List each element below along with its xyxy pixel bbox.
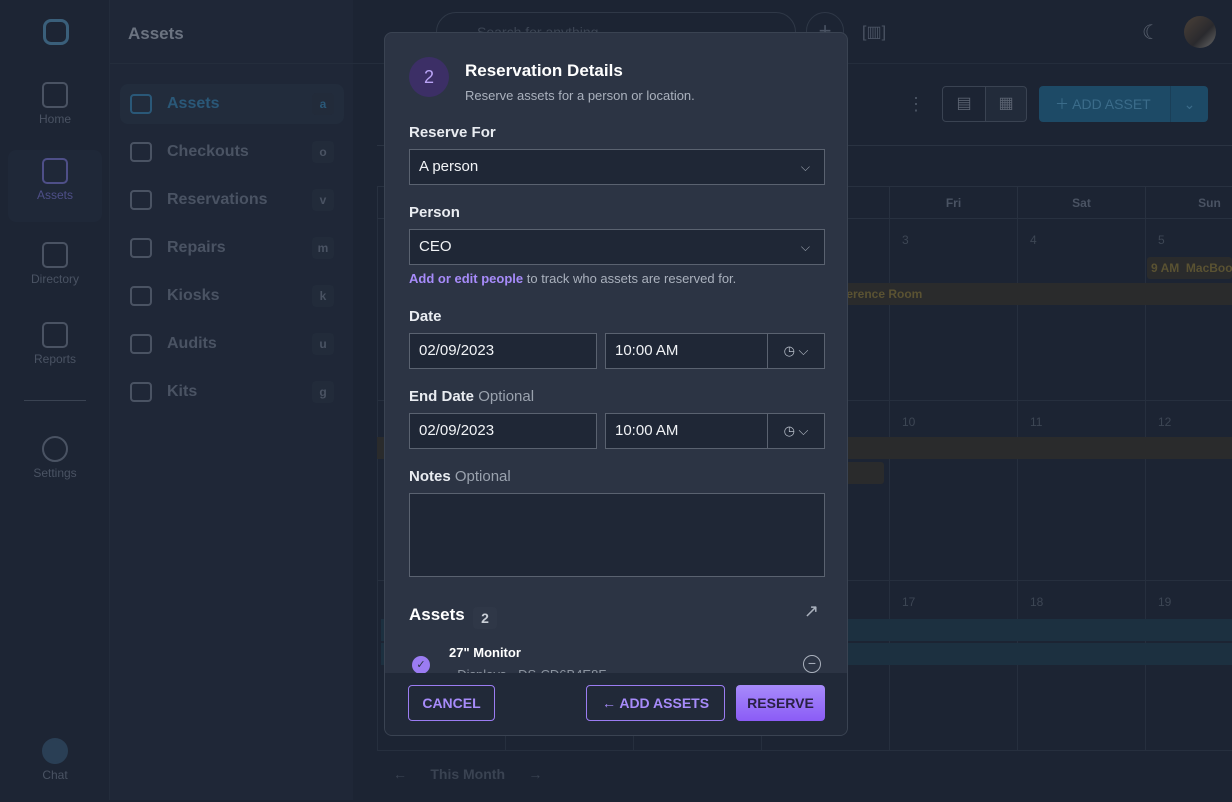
end-date-input[interactable]: 02/09/2023: [409, 413, 597, 449]
day-cell[interactable]: 10: [889, 401, 1017, 581]
assets-icon: [42, 158, 68, 184]
avatar[interactable]: [1184, 16, 1216, 48]
shortcut-key: k: [312, 285, 334, 307]
shortcut-key: g: [312, 381, 334, 403]
rail-home[interactable]: Home: [8, 74, 102, 146]
robot-logo-icon: [43, 19, 69, 45]
sidebar-item-checkouts[interactable]: Checkouts o: [120, 132, 344, 172]
time-input[interactable]: 10:00 AM ◷ ⌵: [605, 333, 825, 369]
date-input[interactable]: 02/09/2023: [409, 333, 597, 369]
add-asset-button[interactable]: ＋ ADD ASSET ⌄: [1039, 86, 1208, 122]
expand-arrow-icon[interactable]: ↗: [804, 601, 819, 622]
day-cell[interactable]: 12: [1145, 401, 1232, 581]
modal-title: Reservation Details: [465, 61, 623, 80]
home-icon: [42, 82, 68, 108]
sidebar-title: Assets: [128, 24, 184, 43]
add-edit-people-link[interactable]: Add or edit people: [409, 271, 523, 286]
shortcut-key: m: [312, 237, 334, 259]
assets-heading: Assets: [409, 605, 465, 624]
day-cell[interactable]: 18: [1017, 581, 1145, 751]
person-help: Add or edit people to track who assets a…: [409, 271, 737, 286]
sidebar-item-repairs[interactable]: Repairs m: [120, 228, 344, 268]
day-cell[interactable]: 4: [1017, 219, 1145, 401]
day-header: Sun: [1145, 186, 1232, 219]
notes-label: Notes Optional: [409, 468, 511, 485]
sidebar-item-audits[interactable]: Audits u: [120, 324, 344, 364]
shortcut-key: o: [312, 141, 334, 163]
day-cell[interactable]: 5: [1145, 219, 1232, 401]
next-arrow-icon[interactable]: →: [528, 766, 542, 782]
gear-icon: [42, 436, 68, 462]
sidebar-item-kits[interactable]: Kits g: [120, 372, 344, 412]
arrow-left-icon: ←: [601, 695, 616, 711]
moon-icon[interactable]: ☾: [1142, 20, 1160, 45]
cubes-icon: [130, 382, 152, 402]
person-label: Person: [409, 204, 460, 221]
rail-reports[interactable]: Reports: [8, 314, 102, 386]
day-header: Sat: [1017, 186, 1145, 219]
modal-subtitle: Reserve assets for a person or location.: [465, 88, 695, 103]
shortcut-key: u: [312, 333, 334, 355]
more-options-icon[interactable]: ⋮: [907, 94, 925, 115]
monitor-icon: [130, 286, 152, 306]
prev-arrow-icon[interactable]: ←: [393, 766, 407, 782]
app-rail: Home Assets Directory Reports Settings C…: [0, 0, 110, 800]
rail-settings[interactable]: Settings: [8, 428, 102, 500]
reserve-button[interactable]: RESERVE: [736, 685, 825, 721]
modal-footer: CANCEL ← ADD ASSETS RESERVE: [385, 673, 847, 735]
person-select[interactable]: CEO ⌵: [409, 229, 825, 265]
clock-dropdown-icon[interactable]: ◷ ⌵: [767, 334, 824, 368]
rail-assets[interactable]: Assets: [8, 150, 102, 222]
calendar-event[interactable]: 9 AM MacBook: [1147, 257, 1232, 279]
sidebar-item-kiosks[interactable]: Kiosks k: [120, 276, 344, 316]
grid-icon: [130, 334, 152, 354]
asset-name: 27" Monitor: [449, 645, 521, 660]
check-circle-icon[interactable]: ✓: [412, 656, 430, 674]
directory-icon: [42, 242, 68, 268]
day-header: Fri: [889, 186, 1017, 219]
scanner-icon: [130, 142, 152, 162]
sidebar-item-assets[interactable]: Assets a: [120, 84, 344, 124]
shortcut-key: a: [312, 93, 334, 115]
help-chat-icon: [42, 738, 68, 764]
step-number-badge: 2: [409, 57, 449, 97]
end-date-label: End Date Optional: [409, 388, 535, 405]
cancel-button[interactable]: CANCEL: [408, 685, 495, 721]
reserve-for-label: Reserve For: [409, 124, 496, 141]
sidebar-item-reservations[interactable]: Reservations v: [120, 180, 344, 220]
day-cell[interactable]: 17: [889, 581, 1017, 751]
date-label: Date: [409, 308, 442, 325]
calendar-edit-icon: [130, 190, 152, 210]
day-cell[interactable]: 11: [1017, 401, 1145, 581]
rail-directory[interactable]: Directory: [8, 234, 102, 306]
month-nav: ← This Month →: [393, 766, 542, 782]
day-cell[interactable]: 3: [889, 219, 1017, 401]
reserve-for-select[interactable]: A person ⌵: [409, 149, 825, 185]
shortcut-key: v: [312, 189, 334, 211]
day-cell[interactable]: 19: [1145, 581, 1232, 751]
wrench-icon: [130, 238, 152, 258]
chevron-down-icon[interactable]: ⌄: [1170, 86, 1208, 122]
calendar-view-button[interactable]: ▦: [985, 86, 1027, 122]
chevron-down-icon: ⌵: [800, 160, 810, 174]
end-time-input[interactable]: 10:00 AM ◷ ⌵: [605, 413, 825, 449]
table-view-button[interactable]: ▤: [942, 86, 986, 122]
rail-chat[interactable]: Chat: [8, 730, 102, 802]
reservation-modal: 2 Reservation Details Reserve assets for…: [384, 32, 848, 736]
this-month-button[interactable]: This Month: [430, 766, 505, 782]
bar-chart-icon: [42, 322, 68, 348]
divider: [24, 400, 86, 401]
assets-count-badge: 2: [473, 607, 497, 629]
clock-dropdown-icon[interactable]: ◷ ⌵: [767, 414, 824, 448]
remove-circle-icon[interactable]: −: [803, 655, 821, 673]
assets-icon: [130, 94, 152, 114]
chevron-down-icon: ⌵: [800, 240, 810, 254]
notes-textarea[interactable]: [409, 493, 825, 577]
add-assets-button[interactable]: ← ADD ASSETS: [586, 685, 725, 721]
barcode-scan-icon[interactable]: [▥]: [862, 22, 886, 42]
assets-sidebar: Assets Assets a Checkouts o Reservations v …: [110, 0, 353, 800]
